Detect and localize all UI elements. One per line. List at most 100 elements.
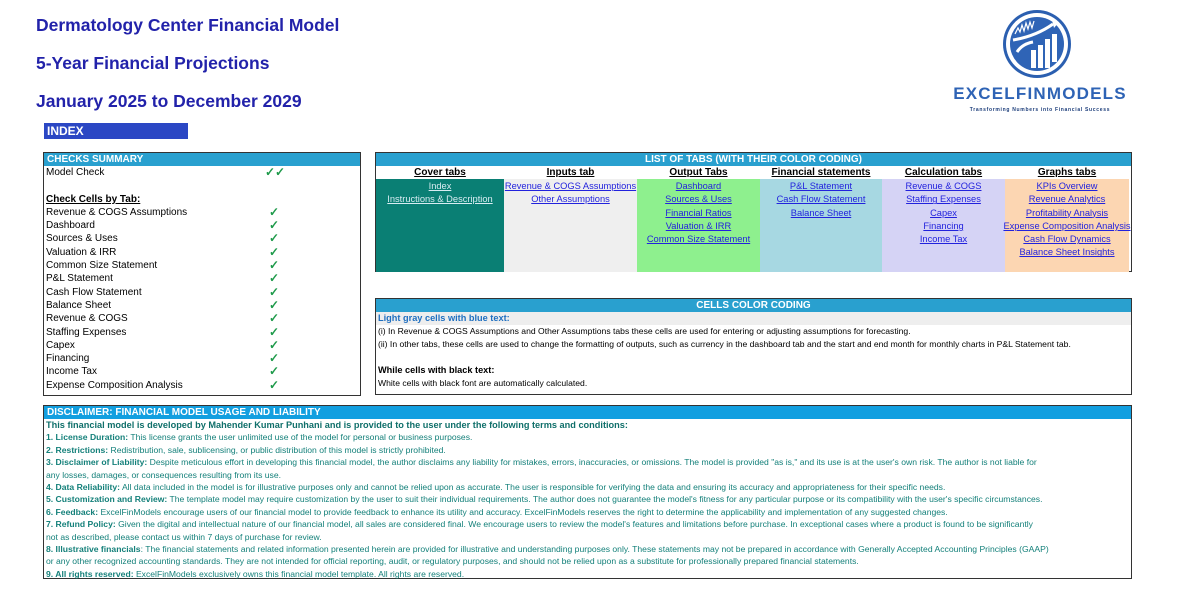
tab-column-heading: Inputs tab (504, 166, 637, 179)
model-title: Dermatology Center Financial Model (36, 15, 340, 35)
gray-cells-line-1: (i) In Revenue & COGS Assumptions and Ot… (378, 326, 911, 336)
check-row: Expense Composition Analysis ✓ (44, 378, 360, 392)
check-mark-icon: ✓ (269, 337, 280, 352)
tab-link[interactable]: Cash Flow Statement (777, 193, 866, 206)
tabs-list-panel: LIST OF TABS (WITH THEIR COLOR CODING) C… (375, 152, 1132, 272)
tab-link[interactable]: Balance Sheet (791, 207, 851, 220)
check-mark-icon: ✓ (269, 351, 280, 366)
check-label: Valuation & IRR (46, 246, 117, 258)
check-mark-icon: ✓ (269, 271, 280, 286)
cells-color-coding-header: CELLS COLOR CODING (376, 299, 1131, 312)
tab-column-links: Revenue & COGS Assumptions Other Assumpti… (504, 179, 637, 272)
tabs-list-header: LIST OF TABS (WITH THEIR COLOR CODING) (376, 153, 1131, 166)
check-mark-icon: ✓ (269, 204, 280, 219)
tab-link[interactable]: Income Tax (920, 233, 967, 246)
disclaimer-term-text: Despite meticulous effort in developing … (147, 457, 1037, 468)
tab-link[interactable]: Cash Flow Dynamics (1023, 233, 1110, 246)
disclaimer-panel: DISCLAIMER: FINANCIAL MODEL USAGE AND LI… (43, 405, 1132, 579)
check-row: Capex ✓ (44, 337, 360, 352)
disclaimer-term-title: 7. Refund Policy: (46, 519, 116, 530)
tab-link[interactable]: Financing (923, 220, 963, 233)
disclaimer-term-text: This license grants the user unlimited u… (128, 432, 473, 443)
tab-column-calculation: Calculation tabs Revenue & COGS Staffing E… (882, 166, 1005, 272)
tab-column-graphs: Graphs tabs KPIs Overview Revenue Analytic… (1003, 166, 1131, 272)
check-label: Capex (46, 339, 75, 351)
disclaimer-line: 5. Customization and Review: The templat… (44, 493, 1131, 505)
double-check-icon: ✓✓ (265, 165, 286, 179)
tab-column-heading: Cover tabs (376, 166, 504, 179)
index-label: INDEX (44, 123, 188, 139)
brand-name: EXCELFINMODELS (953, 84, 1127, 103)
tab-link[interactable]: Financial Ratios (665, 207, 731, 220)
check-label: Financing (46, 353, 90, 365)
check-label: Revenue & COGS Assumptions (46, 206, 188, 218)
tab-link[interactable]: Capex (930, 207, 957, 220)
tab-column-output: Output Tabs Dashboard Sources & Uses Financ… (637, 166, 760, 272)
tab-link[interactable]: Staffing Expenses (906, 193, 981, 206)
tab-link[interactable]: Revenue Analytics (1029, 193, 1106, 206)
check-row: Revenue & COGS Assumptions ✓ (44, 204, 360, 219)
brand-tagline: Transforming Numbers into Financial Succ… (969, 107, 1111, 113)
tab-column-heading: Financial statements tabs (760, 166, 882, 191)
tab-column-links: P&L Statement Cash Flow Statement Balance … (760, 179, 882, 272)
tab-link[interactable]: Instructions & Description (387, 193, 492, 206)
disclaimer-term-text: or any other recognized accounting stand… (46, 556, 859, 567)
disclaimer-line: not as described, please contact us with… (44, 531, 1131, 543)
tab-link[interactable]: Balance Sheet Insights (1019, 246, 1114, 259)
check-mark-icon: ✓ (269, 218, 280, 233)
tab-link[interactable]: Expense Composition Analysis (1003, 220, 1130, 233)
disclaimer-line: 8. Illustrative financials: The financia… (44, 543, 1131, 555)
disclaimer-term-text: not as described, please contact us with… (46, 531, 322, 542)
tab-link[interactable]: Revenue & COGS Assumptions (505, 180, 636, 193)
checks-summary-panel: CHECKS SUMMARY Model Check ✓✓ Check Cell… (43, 152, 361, 396)
check-list: Revenue & COGS Assumptions ✓ Dashboard ✓ Sou… (44, 204, 360, 392)
spacer-row (376, 351, 1131, 364)
gray-cells-line-2: (ii) In other tabs, these cells are used… (378, 339, 1071, 349)
check-label: Income Tax (46, 366, 97, 378)
tab-column-links: Index Instructions & Description (376, 179, 504, 272)
white-cells-heading: While cells with black text: (378, 365, 495, 375)
tab-column-inputs: Inputs tab Revenue & COGS Assumptions Othe… (504, 166, 637, 272)
tab-link[interactable]: Valuation & IRR (666, 220, 731, 233)
check-mark-icon: ✓ (269, 324, 280, 339)
disclaimer-term-title: 1. License Duration: (46, 432, 129, 443)
checks-summary-header: CHECKS SUMMARY (44, 153, 360, 166)
check-row: Income Tax ✓ (44, 365, 360, 378)
check-label: Cash Flow Statement (46, 286, 142, 298)
disclaimer-line: 3. Disclaimer of Liability: Despite meti… (44, 456, 1131, 468)
check-row: Dashboard ✓ (44, 219, 360, 232)
check-cells-subheading: Check Cells by Tab: (46, 193, 141, 205)
disclaimer-term-title: 4. Data Reliability: (46, 481, 121, 492)
disclaimer-term-title: 2. Restrictions: (46, 444, 109, 455)
tab-link[interactable]: Common Size Statement (647, 233, 750, 246)
tab-link[interactable]: Index (429, 180, 452, 193)
check-row: Valuation & IRR ✓ (44, 244, 360, 259)
check-mark-icon: ✓ (269, 231, 280, 246)
check-label: Common Size Statement (46, 260, 158, 272)
disclaimer-term-text: Given the digital and intellectual natur… (115, 519, 1033, 530)
disclaimer-line: 7. Refund Policy: Given the digital and … (44, 518, 1131, 530)
model-check-label: Model Check (46, 167, 105, 178)
tab-column-heading: Graphs tabs (1005, 166, 1129, 179)
tab-link[interactable]: Other Assumptions (531, 193, 610, 206)
tab-link[interactable]: KPIs Overview (1037, 180, 1098, 193)
tab-link[interactable]: Dashboard (676, 180, 721, 193)
check-row: Common Size Statement ✓ (44, 259, 360, 272)
disclaimer-line: 9. All rights reserved: ExcelFinModels e… (44, 568, 1131, 580)
tab-link[interactable]: Sources & Uses (665, 193, 732, 206)
model-check-row: Model Check ✓✓ (44, 166, 360, 179)
tab-column-financial-statements: Financial statements tabsP&L StatementCa… (760, 166, 882, 272)
check-row: Balance Sheet ✓ (44, 298, 360, 312)
disclaimer-term-text: any losses, damages, or consequences res… (46, 469, 282, 480)
tab-link[interactable]: Profitability Analysis (1026, 207, 1108, 220)
tab-link[interactable]: P&L Statement (790, 180, 852, 193)
check-mark-icon: ✓ (269, 244, 280, 259)
check-mark-icon: ✓ (269, 364, 280, 379)
check-label: Sources & Uses (46, 233, 118, 245)
tab-column-links: KPIs Overview Revenue Analytics Profitabil… (1003, 179, 1131, 272)
tab-link[interactable]: Revenue & COGS (906, 180, 982, 193)
check-row: Revenue & COGS ✓ (44, 312, 360, 325)
check-mark-icon: ✓ (269, 258, 280, 273)
gray-cells-heading: Light gray cells with blue text: (376, 312, 1131, 325)
tab-column-cover: Cover tabs Index Instructions & Descriptio… (376, 166, 504, 272)
